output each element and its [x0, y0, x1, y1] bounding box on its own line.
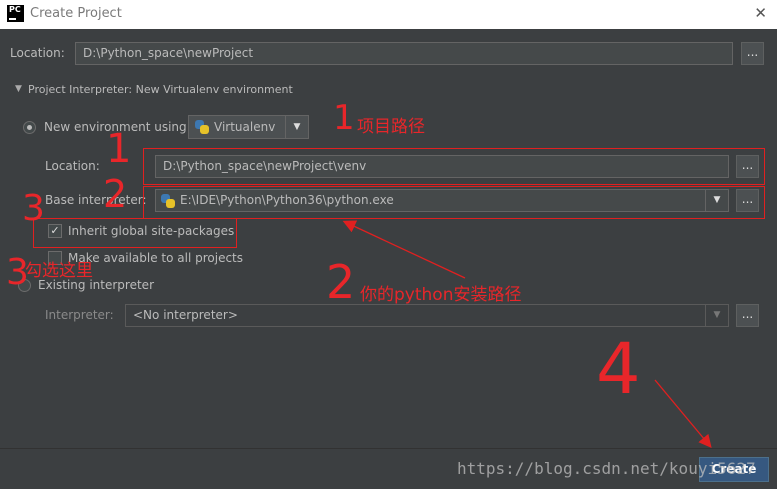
arrow-to-create-button	[654, 379, 712, 448]
arrow-to-base-interpreter	[342, 220, 466, 279]
annotation-arrows	[342, 220, 712, 448]
